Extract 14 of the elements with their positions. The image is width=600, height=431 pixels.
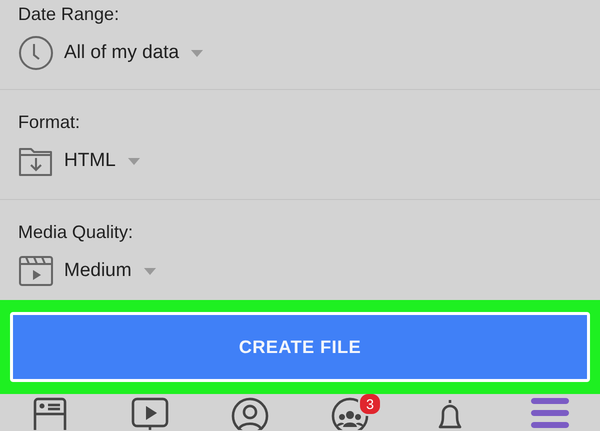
dropdown-value[interactable]: All of my data (64, 42, 180, 64)
setting-label: Format: (18, 112, 80, 133)
play-video-icon[interactable] (131, 397, 169, 430)
news-feed-icon[interactable] (33, 397, 67, 430)
profile-icon[interactable] (231, 397, 269, 430)
clapperboard-icon (18, 255, 54, 287)
dropdown-value[interactable]: Medium (64, 260, 132, 282)
dropdown-value[interactable]: HTML (64, 150, 116, 172)
folder-download-icon (18, 145, 54, 177)
setting-label: Date Range: (18, 4, 120, 25)
clock-icon (18, 35, 54, 71)
menu-icon[interactable] (530, 397, 570, 430)
setting-label: Media Quality: (18, 222, 134, 243)
notification-badge: 3 (358, 394, 382, 416)
